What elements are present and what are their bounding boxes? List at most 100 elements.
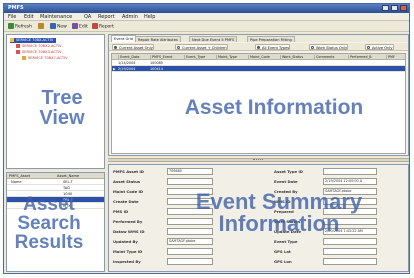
asset-search-results-annotation: Asset Search Results <box>6 195 92 252</box>
field-value[interactable] <box>323 168 377 175</box>
field-value[interactable]: 706680 <box>167 168 213 175</box>
annotation-line: Tree <box>41 87 83 109</box>
annotation-line: Event Summary <box>195 189 363 214</box>
field-value[interactable]: 2/19/2004 12:00:00 A <box>323 178 377 185</box>
menu-file[interactable]: File <box>8 14 16 20</box>
toolbar: Refresh New Edit Report <box>4 21 409 32</box>
row-pointer-icon: ▶ <box>113 67 116 71</box>
radio-icon <box>114 46 117 49</box>
tree-node[interactable]: SERVICE T08X3-ACTIV <box>16 50 62 55</box>
toolbar-filter-button[interactable] <box>38 23 45 30</box>
field-label: Create Date <box>113 199 139 204</box>
field-value[interactable] <box>167 258 213 265</box>
asset-information-panel: Event Grid Repair Rate Attributes Next D… <box>108 34 409 156</box>
toolbar-edit-button[interactable]: Edit <box>72 23 88 30</box>
splitter-grip[interactable] <box>253 159 263 161</box>
pane-splitter[interactable] <box>108 158 409 162</box>
field-label: Asset Type ID <box>274 169 303 174</box>
cell: 100414 <box>150 67 163 71</box>
field-value[interactable] <box>323 248 377 255</box>
option-label: Active Only <box>372 46 393 50</box>
title-bar: PMFS <box>4 4 409 13</box>
maximize-button[interactable] <box>391 5 398 11</box>
tab-pipe-preparation[interactable]: Pipe Preparation Fitting <box>247 36 295 42</box>
asset-node-icon <box>10 38 14 42</box>
field-label: Maint Code ID <box>113 189 144 194</box>
tree-node-label: SERVICE T08X2-ACTIV <box>22 44 62 48</box>
tree-node[interactable]: SERVICE T08X-ACTIV <box>10 38 57 43</box>
event-filter-options: Current Asset Only Current Asset + Child… <box>109 43 408 51</box>
checkbox-icon <box>367 46 370 49</box>
option-current-asset-only[interactable]: Current Asset Only <box>112 44 154 50</box>
menu-report[interactable]: Report <box>98 14 115 20</box>
menu-edit[interactable]: Edit <box>24 14 34 20</box>
option-work-status-only[interactable]: Work Status Only <box>309 44 349 50</box>
field-value[interactable] <box>167 248 213 255</box>
event-summary-annotation: Event Summary Information <box>164 191 394 235</box>
field-value[interactable] <box>323 238 377 245</box>
asset-node-icon <box>16 50 20 54</box>
asset-node-icon <box>22 56 26 60</box>
field-value[interactable]: SAMTAGF.ptobe <box>167 238 213 245</box>
column-header[interactable]: PMFS_Asset <box>9 174 30 178</box>
close-button[interactable] <box>400 5 407 11</box>
menu-maintenance[interactable]: Maintenance <box>40 14 72 20</box>
option-active-only[interactable]: Active Only <box>365 44 394 50</box>
annotation-line: Asset <box>23 194 75 215</box>
tab-next-due-event[interactable]: Next Due Event 5 PMFS <box>189 36 238 42</box>
app-window: PMFS File Edit Maintenance QA Report Adm… <box>3 3 410 274</box>
field-label: Event Date <box>274 179 298 184</box>
field-label: PMFS Asset ID <box>113 169 144 174</box>
annotation-line: Information <box>218 211 340 236</box>
field-label: Dataw WMS ID <box>113 229 145 234</box>
option-label: Current Asset + Children <box>182 46 227 50</box>
menu-help[interactable]: Help <box>144 14 155 20</box>
toolbar-report-button[interactable]: Report <box>92 23 114 30</box>
window-title: PMFS <box>8 5 24 11</box>
annotation-line: Results <box>14 232 84 253</box>
asset-node-icon <box>16 44 20 48</box>
field-label: Maint Type ID <box>113 249 143 254</box>
option-label: Work Status Only <box>316 46 348 50</box>
option-label: All Event Types <box>262 46 290 50</box>
radio-icon <box>177 46 180 49</box>
tree-node-label: SERVICE T08X7-ACTIV <box>28 56 68 60</box>
option-current-asset-children[interactable]: Current Asset + Children <box>175 44 228 50</box>
radio-icon <box>257 46 260 49</box>
cell: 2/19/2004 <box>118 67 136 71</box>
tab-event-grid[interactable]: Event Grid <box>111 35 136 42</box>
field-label: Performed By <box>113 219 143 224</box>
menu-admin[interactable]: Admin <box>122 14 138 20</box>
field-value[interactable] <box>167 178 213 185</box>
tree-node[interactable]: SERVICE T08X2-ACTIV <box>16 44 62 49</box>
toolbar-refresh-label: Refresh <box>15 24 32 30</box>
tree-node-label: SERVICE T08X3-ACTIV <box>22 50 62 54</box>
refresh-icon <box>8 23 14 29</box>
checkbox-icon <box>311 46 314 49</box>
field-label: GPS Lat <box>274 249 291 254</box>
tree-node[interactable]: SERVICE T08X7-ACTIV <box>22 56 68 61</box>
menu-qa[interactable]: QA <box>84 14 91 20</box>
field-label: Inspected By <box>113 259 141 264</box>
filter-icon <box>38 23 44 29</box>
toolbar-new-button[interactable]: New <box>50 23 67 30</box>
tree-node-label: SERVICE T08X-ACTIV <box>16 38 54 42</box>
annotation-line: Search <box>17 213 81 234</box>
field-label: Asset Status <box>113 179 141 184</box>
report-icon <box>92 23 98 29</box>
asset-tabs: Event Grid Repair Rate Attributes Next D… <box>109 35 408 42</box>
toolbar-new-label: New <box>57 24 67 30</box>
column-header[interactable]: Asset_Name <box>57 174 79 178</box>
toolbar-refresh-button[interactable]: Refresh <box>8 23 32 30</box>
minimize-button[interactable] <box>382 5 389 11</box>
field-label: GPS Lon <box>274 259 292 264</box>
field-value[interactable] <box>323 258 377 265</box>
asset-information-annotation: Asset Information <box>164 97 384 118</box>
edit-icon <box>72 23 78 29</box>
option-label: Current Asset Only <box>119 46 153 50</box>
tab-repair-rate[interactable]: Repair Rate Attributes <box>135 36 181 42</box>
option-all-event-types[interactable]: All Event Types <box>255 44 291 50</box>
event-row[interactable]: ▶ 2/19/2004 100414 <box>112 66 405 72</box>
annotation-line: View <box>39 107 85 129</box>
tree-view-annotation: Tree View <box>22 88 102 128</box>
